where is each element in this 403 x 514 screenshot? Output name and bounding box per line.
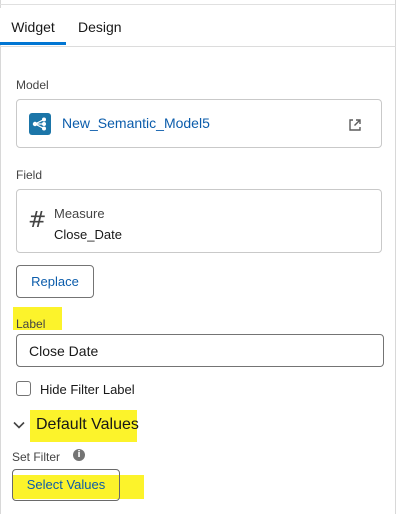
hash-icon: #	[28, 208, 47, 233]
default-values-heading[interactable]: Default Values	[36, 416, 139, 434]
label-input[interactable]	[16, 334, 384, 367]
select-values-label: Select Values	[26, 477, 106, 492]
tab-design[interactable]: Design	[78, 8, 122, 45]
panel-top-border	[0, 0, 396, 5]
semantic-model-icon	[29, 113, 51, 135]
chevron-down-icon[interactable]	[12, 418, 26, 432]
model-card[interactable]: New_Semantic_Model5	[16, 99, 382, 148]
panel-left-border	[0, 0, 1, 514]
hide-filter-label-checkbox[interactable]	[16, 381, 31, 396]
tab-widget[interactable]: Widget	[0, 8, 66, 45]
field-type: Measure	[54, 206, 105, 221]
field-label: Field	[16, 168, 43, 182]
panel-right-border	[395, 0, 396, 514]
info-icon[interactable]: i	[73, 449, 85, 461]
label-field-label: Label	[16, 317, 46, 331]
tab-bar: Widget Design	[0, 8, 396, 47]
field-name: Close_Date	[54, 227, 122, 242]
replace-button[interactable]: Replace	[16, 265, 94, 298]
field-card[interactable]: # Measure Close_Date	[16, 189, 382, 253]
model-name-link[interactable]: New_Semantic_Model5	[62, 115, 210, 131]
model-label: Model	[16, 78, 49, 92]
set-filter-label: Set Filter	[12, 450, 61, 464]
select-values-button[interactable]: Select Values	[12, 469, 120, 501]
external-link-icon[interactable]	[347, 117, 363, 133]
hide-filter-label-text[interactable]: Hide Filter Label	[40, 382, 135, 397]
